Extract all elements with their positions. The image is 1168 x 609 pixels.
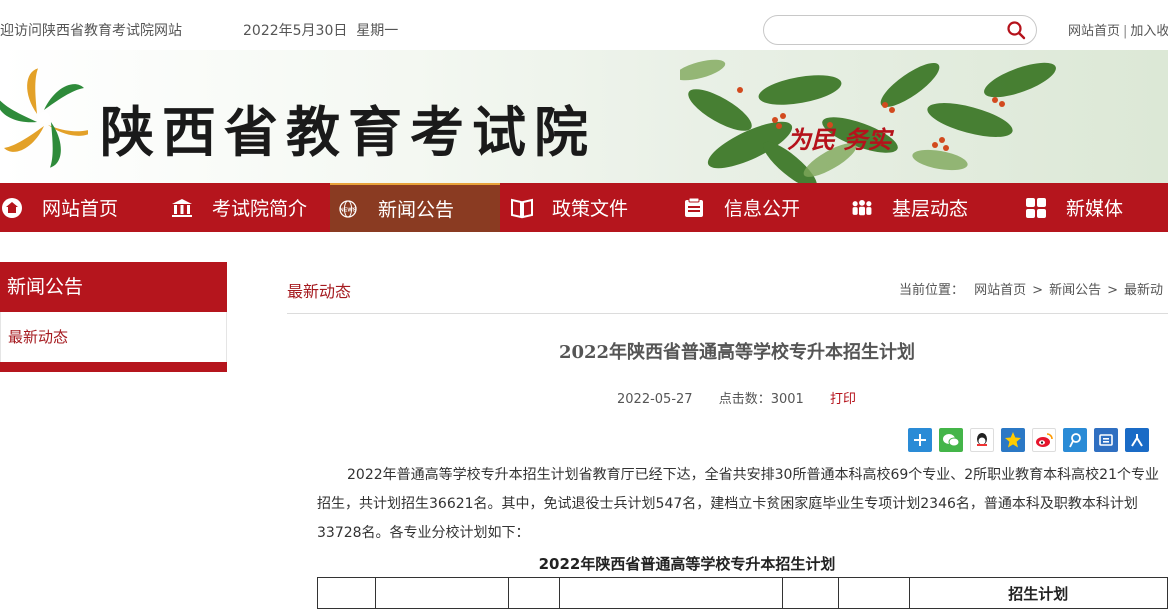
news-globe-icon: NEWS [336,197,360,221]
breadcrumb-prefix: 当前位置： [899,283,965,298]
header-banner: 陕西省教育考试院 为民 务实 [0,50,1168,183]
sidebar-item-latest-news[interactable]: 最新动态 [0,312,227,362]
nav-item-about[interactable]: 考试院简介 [170,183,330,232]
link-divider: | [1123,24,1128,39]
nav-item-info[interactable]: 信息公开 [682,183,842,232]
table-header-cell [837,577,910,609]
qq-icon[interactable] [970,428,994,452]
views-label: 点击数： [718,392,771,407]
plan-table: 招生计划 [317,577,1168,609]
nav-item-new-media[interactable]: 新媒体 [1024,183,1168,232]
breadcrumb-separator: > [1032,283,1044,298]
share-more-icon[interactable] [908,428,932,452]
article-title: 2022年陕西省普通高等学校专升本招生计划 [558,342,916,363]
nav-item-news[interactable]: NEWS 新闻公告 [330,183,500,232]
main-nav: 网站首页 考试院简介 NEWS 新闻公告 政策文件 信息公开 基层动态 新媒体 [0,183,1168,232]
add-favorite-link[interactable]: 加入收 [1130,24,1168,39]
date-text: 2022年5月30日 [243,23,348,39]
table-title: 2022年陕西省普通高等学校专升本招生计划 [538,555,836,573]
article-paragraph: 2022年普通高等学校专升本招生计划省教育厅已经下达，全省共安排30所普通本科高… [317,461,1168,548]
grid-icon [1024,196,1048,220]
tencent-weibo-icon[interactable] [1063,428,1087,452]
nav-item-label: 网站首页 [42,198,119,220]
news-badge-text: NEWS [340,207,357,213]
home-link[interactable]: 网站首页 [1068,24,1120,39]
share-bar [908,428,1156,452]
table-header-cell [374,577,509,609]
table-header-cell [317,577,376,609]
table-header-cell [559,577,783,609]
search-input[interactable] [778,20,992,42]
institution-icon [170,196,194,220]
table-header-cell [507,577,561,609]
content-divider [287,313,1168,314]
renren-icon[interactable] [1125,428,1149,452]
welcome-text: 迎访问陕西省教育考试院网站 [0,23,182,39]
weibo-icon[interactable] [1032,428,1056,452]
qzone-icon[interactable] [1001,428,1025,452]
breadcrumb-item-home[interactable]: 网站首页 [974,283,1026,298]
site-name-title: 陕西省教育考试院 [100,100,596,164]
table-header-plan: 招生计划 [908,577,1168,609]
breadcrumb-separator: > [1107,283,1118,298]
section-title: 最新动态 [287,282,352,301]
print-link[interactable]: 打印 [830,392,856,407]
weekday-text: 星期一 [356,23,399,39]
table-header-cell [781,577,839,609]
article-paragraph-text: 2022年普通高等学校专升本招生计划省教育厅已经下达，全省共安排30所普通本科高… [317,467,1159,541]
tieba-icon[interactable] [1094,428,1118,452]
osmanthus-branch-image [680,59,1056,183]
nav-item-label: 新媒体 [1066,198,1124,220]
current-date: 2022年5月30日 星期一 [243,20,398,40]
views-count: 3001 [770,392,804,407]
book-icon [510,196,534,220]
nav-item-label: 基层动态 [892,198,969,220]
sidebar-title: 新闻公告 [0,262,227,312]
home-icon [0,196,24,220]
nav-item-grassroots[interactable]: 基层动态 [850,183,1010,232]
nav-item-label: 信息公开 [724,198,801,220]
people-icon [850,196,874,220]
top-links: 网站首页 | 加入收 [1068,20,1168,39]
article-date: 2022-05-27 [617,392,693,407]
site-logo [0,68,88,168]
search-box [763,15,1037,45]
breadcrumb-item-latest[interactable]: 最新动 [1124,283,1163,298]
nav-item-label: 政策文件 [552,198,629,220]
nav-item-label: 考试院简介 [212,198,308,220]
notice-icon [682,196,706,220]
nav-item-policy[interactable]: 政策文件 [510,183,670,232]
sidebar-footer-bar [0,362,227,372]
table-header-row: 招生计划 [317,577,1168,609]
breadcrumb-item-news[interactable]: 新闻公告 [1049,283,1101,298]
nav-item-label: 新闻公告 [378,199,455,221]
breadcrumb: 当前位置： 网站首页 > 新闻公告 > 最新动 [899,279,1163,298]
search-icon[interactable] [1006,20,1026,40]
wechat-icon[interactable] [939,428,963,452]
nav-item-home[interactable]: 网站首页 [0,183,160,232]
article-meta: 2022-05-27 点击数：3001 打印 [617,388,856,407]
slogan-text: 为民 务实 [787,125,892,154]
